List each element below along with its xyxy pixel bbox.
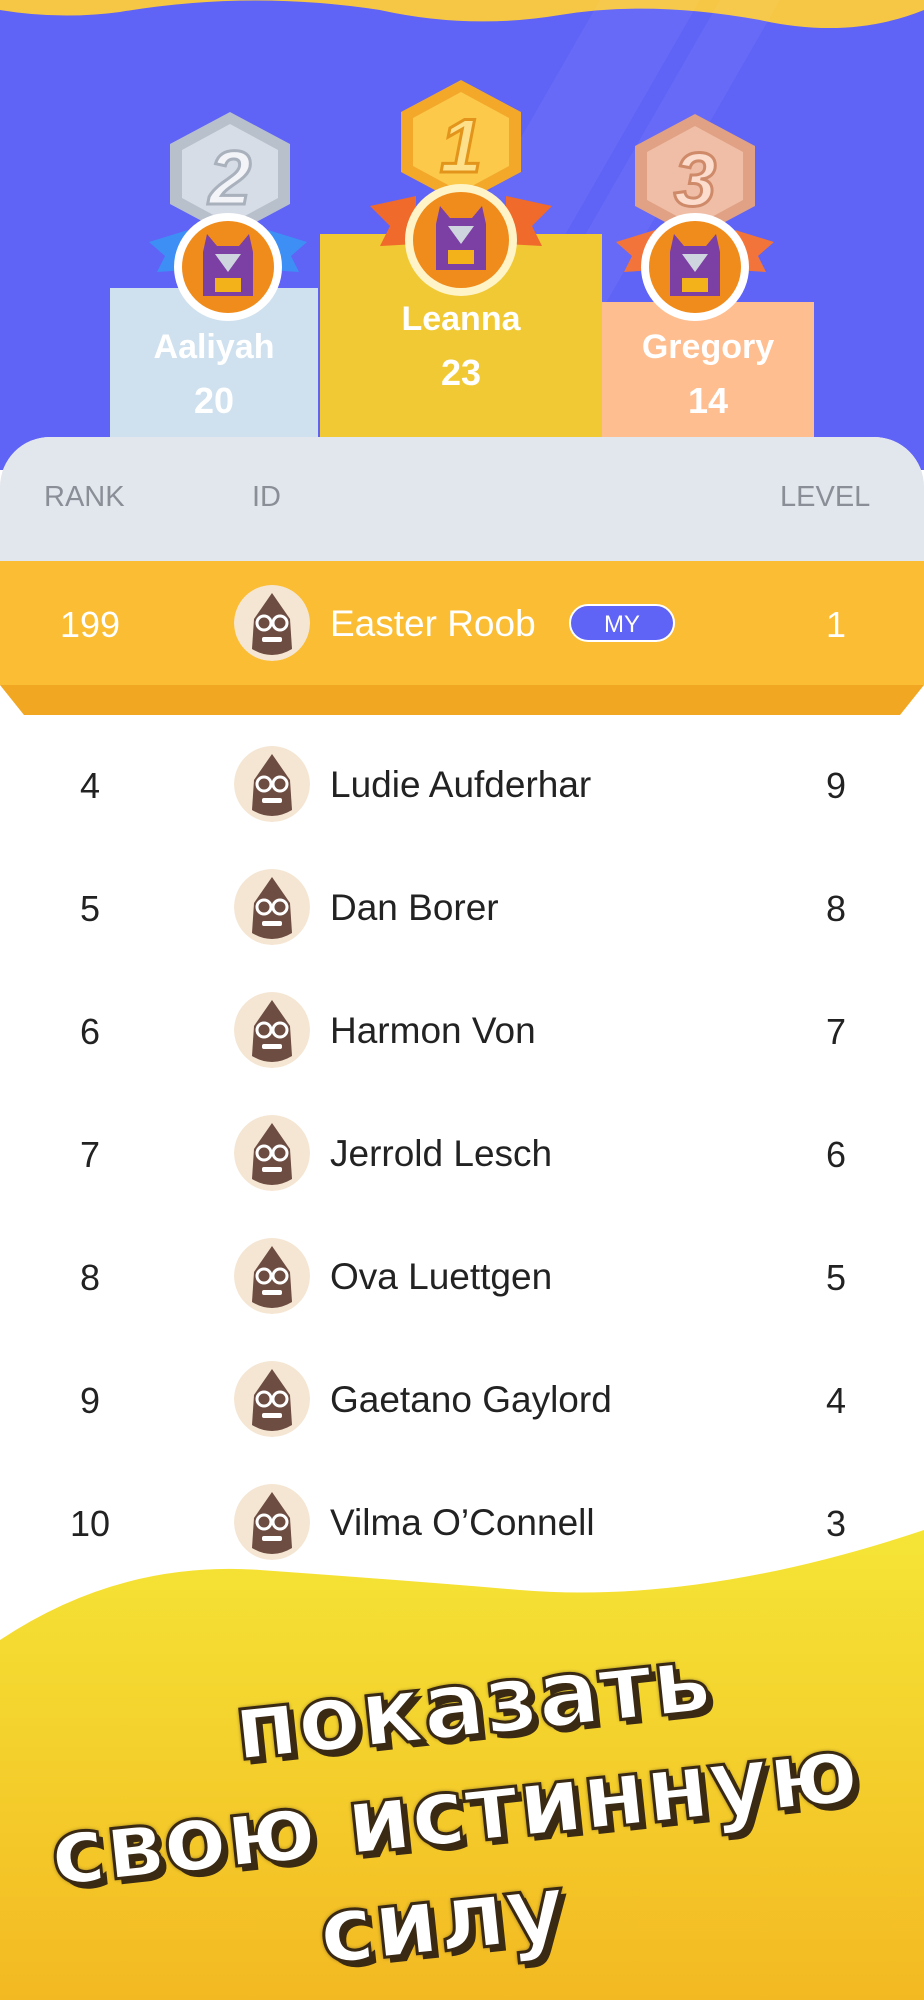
- table-row[interactable]: 5 Dan Borer 8: [0, 847, 924, 970]
- level-cell: 4: [825, 1380, 847, 1421]
- level-cell: 8: [825, 888, 847, 929]
- rank-cell: 9: [79, 1380, 101, 1421]
- my-rank-row[interactable]: 199 Easter Roob MY 1: [0, 561, 924, 715]
- podium-score: 20: [193, 380, 235, 421]
- podium-name: Gregory: [641, 328, 775, 366]
- avatar[interactable]: [234, 1238, 310, 1314]
- player-name: Ova Luettgen: [330, 1256, 553, 1297]
- svg-text:1: 1: [440, 104, 482, 189]
- podium-score: 14: [687, 380, 729, 421]
- level-cell: 9: [825, 765, 847, 806]
- player-name: Harmon Von: [330, 1010, 536, 1051]
- table-row[interactable]: 4 Ludie Aufderhar 9: [0, 724, 924, 847]
- my-rank: 199: [59, 604, 121, 645]
- player-name: Jerrold Lesch: [330, 1133, 553, 1174]
- player-name: Ludie Aufderhar: [330, 764, 592, 805]
- rank-cell: 6: [79, 1011, 101, 1052]
- my-level: 1: [825, 604, 847, 645]
- svg-text:2: 2: [207, 136, 251, 221]
- podium-score: 23: [440, 352, 482, 393]
- svg-text:3: 3: [674, 138, 716, 223]
- header-background: Aaliyah 20 Gregory 14 Leanna 23 2 1 3: [0, 0, 924, 470]
- level-cell: 5: [825, 1257, 847, 1298]
- table-row[interactable]: 8 Ova Luettgen 5: [0, 1216, 924, 1339]
- promo-banner: показать свою истинную силу: [0, 1530, 924, 2000]
- level-cell: 7: [825, 1011, 847, 1052]
- avatar[interactable]: [234, 746, 310, 822]
- avatar[interactable]: [234, 1115, 310, 1191]
- rank-cell: 7: [79, 1134, 101, 1175]
- avatar[interactable]: [234, 992, 310, 1068]
- avatar[interactable]: [234, 585, 310, 661]
- leaderboard-screen: Aaliyah 20 Gregory 14 Leanna 23 2 1 3 RA…: [0, 0, 924, 2000]
- podium-name: Leanna: [401, 300, 521, 338]
- table-row[interactable]: 7 Jerrold Lesch 6: [0, 1093, 924, 1216]
- rank-cell: 8: [79, 1257, 101, 1298]
- podium-avatar-third: [616, 213, 774, 321]
- rank-cell: 4: [79, 765, 101, 806]
- avatar[interactable]: [234, 869, 310, 945]
- my-name: Easter Roob: [330, 603, 536, 644]
- id-column-label: ID: [252, 481, 281, 513]
- podium-name: Aaliyah: [153, 328, 275, 366]
- table-row[interactable]: 9 Gaetano Gaylord 4: [0, 1339, 924, 1462]
- podium-avatar-second: [149, 213, 307, 321]
- my-badge: MY: [569, 604, 675, 642]
- level-cell: 6: [825, 1134, 847, 1175]
- player-name: Dan Borer: [330, 887, 499, 928]
- column-header: RANK ID LEVEL: [0, 437, 924, 561]
- podium-avatar-first: [370, 184, 552, 296]
- rank-cell: 5: [79, 888, 101, 929]
- table-row[interactable]: 6 Harmon Von 7: [0, 970, 924, 1093]
- level-column-label: LEVEL: [780, 481, 871, 513]
- rank-column-label: RANK: [44, 481, 125, 513]
- ranking-list[interactable]: RANK ID LEVEL 199 Easter Roob MY 1 4 Ludi…: [0, 437, 924, 1597]
- avatar[interactable]: [234, 1361, 310, 1437]
- player-name: Gaetano Gaylord: [330, 1379, 612, 1420]
